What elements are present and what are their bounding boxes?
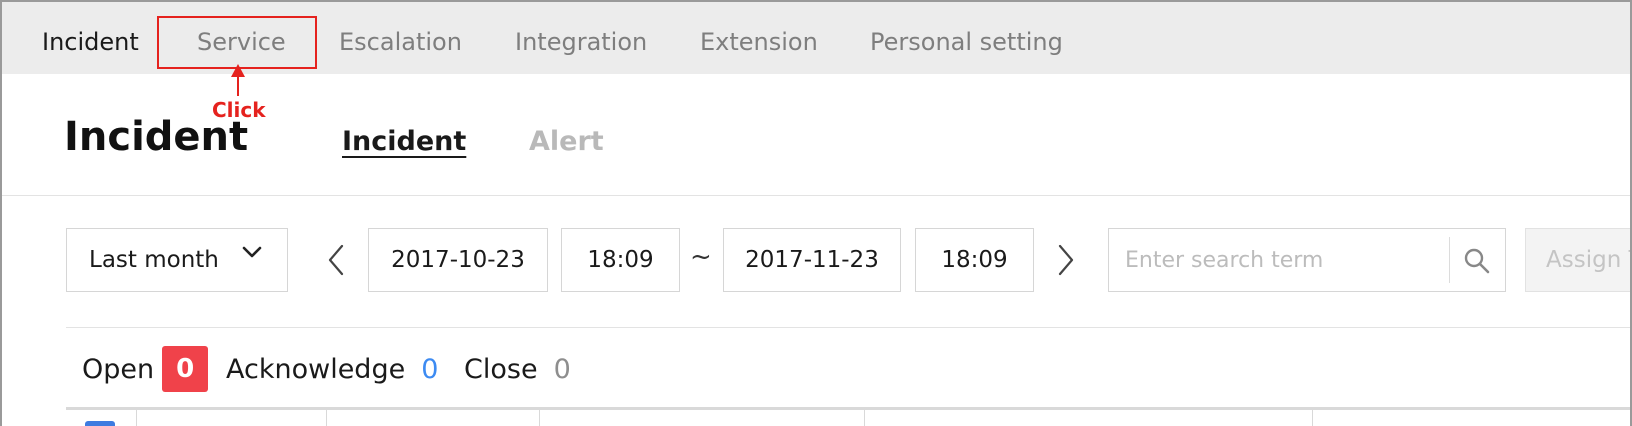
nav-tab-extension[interactable]: Extension — [700, 28, 818, 56]
status-close-label: Close — [464, 353, 538, 385]
chevron-right-icon[interactable] — [1054, 242, 1078, 278]
status-close[interactable]: Close 0 — [464, 348, 571, 390]
date-range-select[interactable]: Last month — [66, 228, 288, 292]
status-open-label: Open — [82, 353, 155, 385]
search-box — [1108, 228, 1506, 292]
status-open[interactable]: Open 0 — [82, 346, 209, 392]
subtab-alert[interactable]: Alert — [529, 126, 604, 157]
table-column-divider — [539, 407, 540, 426]
chevron-down-icon — [242, 246, 262, 258]
table-column-divider — [136, 407, 137, 426]
select-all-checkbox[interactable] — [85, 421, 115, 426]
assign-button[interactable]: Assign T — [1525, 228, 1630, 292]
status-acknowledge-label: Acknowledge — [226, 353, 406, 385]
page-title: Incident — [64, 114, 249, 160]
assign-button-label: Assign T — [1546, 247, 1630, 273]
table-column-divider — [864, 407, 865, 426]
nav-tab-escalation[interactable]: Escalation — [339, 28, 462, 56]
annotation-highlight-box — [157, 16, 317, 69]
start-time-value: 18:09 — [587, 247, 654, 273]
status-open-count-badge: 0 — [162, 346, 209, 392]
status-close-count: 0 — [553, 353, 571, 385]
end-time-value: 18:09 — [941, 247, 1008, 273]
status-acknowledge-count: 0 — [421, 353, 439, 385]
table-column-divider — [1312, 407, 1313, 426]
search-divider — [1449, 237, 1450, 283]
annotation-arrow-stem — [237, 76, 239, 96]
end-date-field[interactable]: 2017-11-23 — [723, 228, 901, 292]
start-time-field[interactable]: 18:09 — [561, 228, 680, 292]
table-column-divider — [326, 407, 327, 426]
status-acknowledge[interactable]: Acknowledge 0 — [226, 348, 438, 390]
nav-tab-personal-setting[interactable]: Personal setting — [870, 28, 1063, 56]
date-range-select-value: Last month — [89, 247, 219, 273]
chevron-left-icon[interactable] — [324, 242, 348, 278]
range-separator: ~ — [690, 242, 712, 272]
nav-tab-integration[interactable]: Integration — [515, 28, 647, 56]
nav-tab-incident[interactable]: Incident — [42, 28, 139, 56]
incident-table-header — [66, 407, 1630, 426]
end-time-field[interactable]: 18:09 — [915, 228, 1034, 292]
start-date-field[interactable]: 2017-10-23 — [368, 228, 548, 292]
header-divider — [2, 195, 1630, 196]
start-date-value: 2017-10-23 — [391, 247, 525, 273]
subtab-incident[interactable]: Incident — [342, 126, 466, 157]
filter-divider — [66, 327, 1630, 328]
search-input[interactable] — [1125, 247, 1445, 273]
end-date-value: 2017-11-23 — [745, 247, 879, 273]
search-icon[interactable] — [1463, 247, 1491, 275]
app-window: Incident Service Escalation Integration … — [0, 0, 1632, 426]
